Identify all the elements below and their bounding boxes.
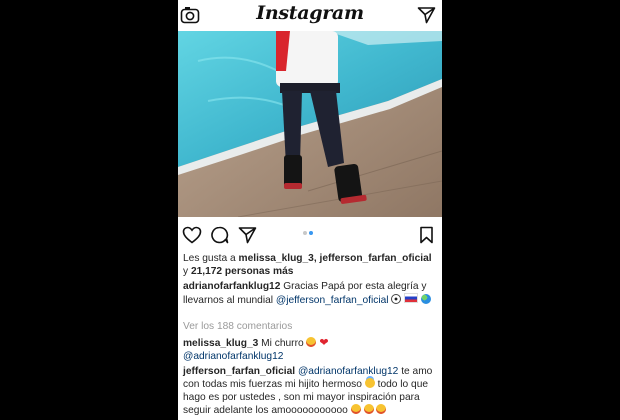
- red-heart-emoji: ❤: [319, 337, 329, 349]
- post-caption: adrianofarfanklug12 Gracias Papá por est…: [183, 280, 437, 307]
- carousel-indicator: [178, 231, 442, 237]
- comment-username[interactable]: jefferson_farfan_oficial: [183, 366, 295, 377]
- post-photo[interactable]: [178, 31, 442, 217]
- view-comments-link[interactable]: Ver los 188 comentarios: [183, 320, 437, 333]
- likes-join: y: [183, 266, 189, 277]
- likes-count[interactable]: 21,172 personas más: [191, 266, 294, 277]
- send-icon[interactable]: [417, 6, 436, 24]
- smiling-halo-emoji: [364, 378, 375, 388]
- comment-username[interactable]: melissa_klug_3: [183, 338, 258, 349]
- app-logo: Instagram: [256, 2, 364, 24]
- heart-eyes-emoji: [306, 337, 317, 347]
- comment-mention[interactable]: @adrianofarfanklug12: [298, 366, 398, 377]
- likes-prefix: Les gusta a: [183, 253, 236, 264]
- soccer-ball-emoji: [391, 294, 402, 304]
- heart-eyes-emoji: [376, 404, 387, 414]
- heart-eyes-emoji: [363, 404, 374, 414]
- top-bar: Instagram: [178, 0, 442, 32]
- comment: jefferson_farfan_oficial @adrianofarfank…: [183, 365, 437, 417]
- carousel-dot: [303, 231, 307, 235]
- likes-users[interactable]: melissa_klug_3, jefferson_farfan_oficial: [239, 253, 432, 264]
- comment: melissa_klug_3 Mi churro ❤ @adrianofarfa…: [183, 337, 437, 363]
- carousel-dot-active: [309, 231, 313, 235]
- instagram-post-screen: Instagram Les gusta a melissa_klug_3, je…: [178, 0, 442, 420]
- heart-eyes-emoji: [350, 404, 361, 414]
- globe-emoji: [421, 294, 432, 304]
- caption-username[interactable]: adrianofarfanklug12: [183, 281, 280, 292]
- caption-mention[interactable]: @jefferson_farfan_oficial: [276, 295, 389, 306]
- comment-mention[interactable]: @adrianofarfanklug12: [183, 351, 283, 362]
- comment-text: Mi churro: [261, 338, 304, 349]
- russia-flag-emoji: [404, 293, 419, 303]
- likes-summary: Les gusta a melissa_klug_3, jefferson_fa…: [183, 252, 437, 278]
